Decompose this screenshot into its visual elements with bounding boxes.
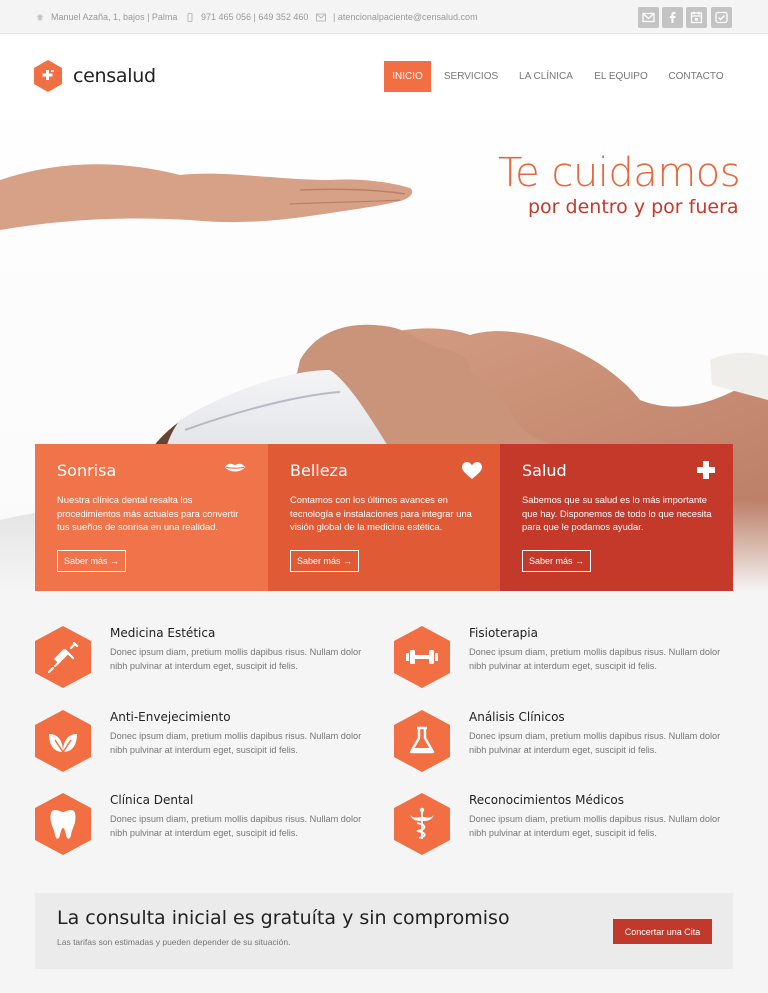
cta-title: La consulta inicial es gratuíta y sin co… xyxy=(57,907,510,929)
tooth-icon xyxy=(35,793,91,855)
dumbbell-icon xyxy=(394,626,450,688)
email-icon xyxy=(642,12,655,23)
concertar-cita-button[interactable]: Concertar una Cita xyxy=(613,919,712,944)
service-text: Donec ipsum diam, pretium mollis dapibus… xyxy=(469,814,721,838)
box-text: Nuestra clínica dental resalta los proce… xyxy=(57,494,239,532)
top-bar: Manuel Azaña, 1, bajos | Palma 971 465 0… xyxy=(0,0,768,34)
nav-item-inicio[interactable]: INICIO xyxy=(384,61,431,92)
salud-box: Salud Sabemos que su salud es lo más imp… xyxy=(500,444,733,591)
caduceus-icon xyxy=(394,793,450,855)
service-title: Medicina Estética xyxy=(110,626,216,640)
box-title: Salud xyxy=(522,461,567,480)
service-text: Donec ipsum diam, pretium mollis dapibus… xyxy=(110,814,362,838)
social-calendar-button[interactable] xyxy=(686,7,707,28)
service-title: Fisioterapia xyxy=(469,626,538,640)
brand-logo[interactable]: censalud xyxy=(34,60,156,92)
heart-icon xyxy=(462,462,482,479)
social-facebook-button[interactable] xyxy=(662,7,683,28)
service-title: Reconocimientos Médicos xyxy=(469,793,625,807)
syringe-icon xyxy=(35,626,91,688)
address-info: Manuel Azaña, 1, bajos | Palma xyxy=(36,12,177,22)
facebook-icon xyxy=(669,12,676,23)
service-title: Análisis Clínicos xyxy=(469,710,565,724)
box-title: Sonrisa xyxy=(57,461,117,480)
social-chat-button[interactable] xyxy=(711,7,732,28)
box-title: Belleza xyxy=(290,461,348,480)
service-text: Donec ipsum diam, pretium mollis dapibus… xyxy=(469,731,721,755)
email-link[interactable]: | atencionalpaciente@censalud.com xyxy=(333,12,478,22)
service-title: Clínica Dental xyxy=(110,793,194,807)
belleza-box: Belleza Contamos con los últimos avances… xyxy=(268,444,500,591)
nav-item-servicios[interactable]: SERVICIOS xyxy=(441,61,501,92)
saber-mas-button[interactable]: Saber más → xyxy=(57,550,127,572)
sonrisa-box: Sonrisa Nuestra clínica dental resalta l… xyxy=(35,444,268,591)
phone-text: 971 465 056 | 649 352 460 xyxy=(201,12,309,22)
service-title: Anti-Envejecimiento xyxy=(110,710,231,724)
flask-icon xyxy=(394,710,450,772)
service-text: Donec ipsum diam, pretium mollis dapibus… xyxy=(110,647,362,671)
cta-subtitle: Las tarifas son estimadas y pueden depen… xyxy=(57,937,291,947)
box-text: Sabemos que su salud es lo más important… xyxy=(522,494,712,532)
hero-title: Te cuidamos xyxy=(498,150,741,196)
saber-mas-button[interactable]: Saber más → xyxy=(290,550,360,572)
leaves-icon xyxy=(35,710,91,772)
hero-subtitle: por dentro y por fuera xyxy=(528,196,739,218)
logo-hexagon-icon xyxy=(34,60,62,92)
phone-icon xyxy=(187,12,193,22)
email-info[interactable]: | atencionalpaciente@censalud.com xyxy=(316,12,478,22)
service-text: Donec ipsum diam, pretium mollis dapibus… xyxy=(469,647,721,671)
brand-name: censalud xyxy=(73,65,156,87)
nav-item-contacto[interactable]: CONTACTO xyxy=(665,61,727,92)
envelope-icon xyxy=(316,13,326,21)
map-marker-icon xyxy=(37,13,43,21)
nav-item-el-equipo[interactable]: EL EQUIPO xyxy=(590,61,652,92)
saber-mas-button[interactable]: Saber más → xyxy=(522,550,592,572)
nav-item-la-clinica[interactable]: LA CLÍNICA xyxy=(514,61,578,92)
plus-icon xyxy=(697,461,715,479)
service-text: Donec ipsum diam, pretium mollis dapibus… xyxy=(110,731,362,755)
address-text: Manuel Azaña, 1, bajos | Palma xyxy=(51,12,178,22)
lips-icon xyxy=(225,463,245,472)
consultation-banner: La consulta inicial es gratuíta y sin co… xyxy=(35,893,733,969)
box-text: Contamos con los últimos avances en tecn… xyxy=(290,494,472,532)
chat-icon xyxy=(715,11,728,24)
phone-info: 971 465 056 | 649 352 460 xyxy=(186,12,308,22)
calendar-icon xyxy=(690,11,703,24)
social-email-button[interactable] xyxy=(638,7,659,28)
